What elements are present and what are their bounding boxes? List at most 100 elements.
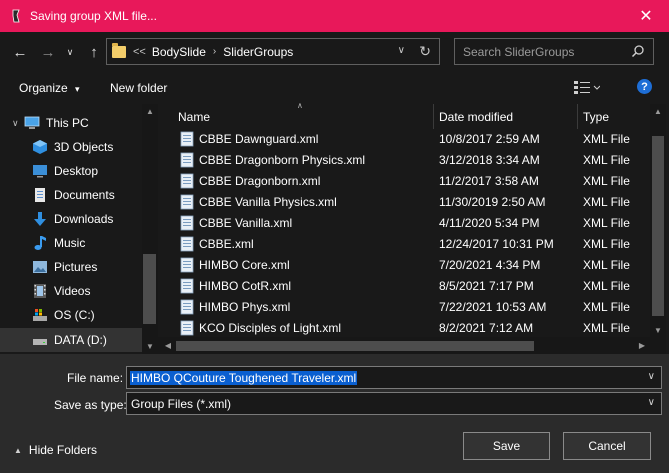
drive-icon (33, 339, 47, 345)
nav-item-desktop[interactable]: Desktop (0, 159, 142, 183)
back-button[interactable]: ← (10, 42, 30, 62)
organize-button[interactable]: Organize ▾ (19, 81, 80, 95)
file-name: CBBE Vanilla.xml (199, 216, 293, 230)
column-separator[interactable] (577, 104, 578, 129)
view-options-icon[interactable] (574, 80, 600, 94)
address-dropdown-icon[interactable]: ∨ (398, 45, 405, 56)
file-row[interactable]: CBBE Dragonborn Physics.xml 3/12/2018 3:3… (172, 150, 650, 171)
forward-button[interactable]: → (38, 42, 58, 62)
save-as-type-select[interactable]: Group Files (*.xml) ∨ (126, 392, 662, 415)
up-button[interactable]: ↑ (84, 42, 104, 62)
xml-file-icon (180, 278, 194, 294)
cancel-button[interactable]: Cancel (563, 432, 651, 460)
file-row[interactable]: CBBE Dawnguard.xml 10/8/2017 2:59 AM XML F… (172, 129, 650, 150)
file-date: 8/2/2021 7:12 AM (439, 321, 534, 335)
xml-file-icon (180, 257, 194, 273)
nav-item-music[interactable]: Music (0, 231, 142, 255)
nav-item-this-pc[interactable]: ∨ This PC (0, 111, 142, 135)
xml-file-icon (180, 299, 194, 315)
column-header-date[interactable]: Date modified (439, 104, 513, 129)
nav-item-videos[interactable]: Videos (0, 279, 142, 303)
file-name: CBBE Vanilla Physics.xml (199, 195, 337, 209)
xml-file-icon (180, 236, 194, 252)
nav-label: OS (C:) (54, 308, 95, 322)
scroll-right-icon[interactable]: ▶ (634, 341, 650, 350)
file-name-label: File name: (67, 371, 124, 385)
scroll-down-icon[interactable]: ▼ (142, 342, 158, 351)
computer-icon (24, 116, 40, 129)
nav-item-downloads[interactable]: Downloads (0, 207, 142, 231)
scroll-up-icon[interactable]: ▲ (142, 107, 158, 116)
window-title: Saving group XML file... (30, 9, 157, 23)
nav-label: 3D Objects (54, 140, 114, 154)
file-type: XML File (583, 237, 630, 251)
desktop-icon (33, 165, 47, 178)
scroll-down-icon[interactable]: ▼ (650, 326, 666, 335)
nav-label: DATA (D:) (54, 333, 107, 347)
nav-item-os-c[interactable]: OS (C:) (0, 303, 142, 327)
xml-file-icon (180, 152, 194, 168)
nav-item-data-d[interactable]: DATA (D:) (0, 328, 142, 352)
file-row[interactable]: CBBE Dragonborn.xml 11/2/2017 3:58 AM XML … (172, 171, 650, 192)
refresh-icon[interactable]: ↻ (419, 43, 431, 60)
file-date: 7/20/2021 4:34 PM (439, 258, 541, 272)
chevron-right-icon[interactable]: › (213, 46, 216, 57)
search-icon (631, 45, 644, 58)
file-row[interactable]: CBBE Vanilla.xml 4/11/2020 5:34 PM XML Fil… (172, 213, 650, 234)
chevron-down-icon: ▾ (75, 84, 80, 94)
title-bar: Saving group XML file... ✕ (0, 0, 669, 32)
file-date: 10/8/2017 2:59 AM (439, 132, 540, 146)
file-row[interactable]: CBBE.xml 12/24/2017 10:31 PM XML File (172, 234, 650, 255)
nav-label: This PC (46, 116, 89, 130)
command-bar (0, 72, 669, 104)
column-header-type[interactable]: Type (583, 104, 609, 129)
file-row[interactable]: HIMBO Phys.xml 7/22/2021 10:53 AM XML File (172, 297, 650, 318)
vertical-scrollbar-thumb[interactable] (652, 136, 664, 316)
column-header-name[interactable]: Name (178, 104, 210, 129)
breadcrumb-bodyslide[interactable]: BodySlide (152, 45, 206, 59)
horizontal-scrollbar-thumb[interactable] (176, 341, 534, 351)
file-type: XML File (583, 279, 630, 293)
drive-os-icon (33, 309, 47, 321)
help-icon[interactable]: ? (637, 79, 652, 94)
chevron-down-icon[interactable]: ∨ (648, 371, 655, 382)
file-name: HIMBO Core.xml (199, 258, 290, 272)
video-icon (34, 284, 46, 298)
chevron-down-icon[interactable]: ∨ (648, 397, 655, 408)
folder-icon (112, 42, 126, 58)
chevron-down-icon: ∨ (66, 46, 74, 57)
nav-label: Documents (54, 188, 115, 202)
file-name-value[interactable]: HIMBO QCouture Toughened Traveler.xml (130, 371, 358, 385)
nav-item-3d-objects[interactable]: 3D Objects (0, 135, 142, 159)
nav-item-pictures[interactable]: Pictures (0, 255, 142, 279)
file-row[interactable]: CBBE Vanilla Physics.xml 11/30/2019 2:50 … (172, 192, 650, 213)
file-type: XML File (583, 132, 630, 146)
nav-label: Pictures (54, 260, 98, 274)
file-name-input[interactable]: HIMBO QCouture Toughened Traveler.xml ∨ (126, 366, 662, 389)
file-row[interactable]: KCO Disciples of Light.xml 8/2/2021 7:12 … (172, 318, 650, 339)
file-row[interactable]: HIMBO Core.xml 7/20/2021 4:34 PM XML File (172, 255, 650, 276)
new-folder-button[interactable]: New folder (110, 81, 167, 95)
column-separator[interactable] (433, 104, 434, 129)
app-icon (12, 9, 20, 23)
chevron-down-icon[interactable]: ∨ (12, 118, 19, 129)
sort-ascending-icon: ∧ (297, 101, 303, 110)
arrow-left-icon: ← (12, 43, 28, 61)
nav-item-documents[interactable]: Documents (0, 183, 142, 207)
close-button[interactable]: ✕ (623, 0, 669, 32)
save-as-type-value: Group Files (*.xml) (131, 397, 232, 411)
xml-file-icon (180, 131, 194, 147)
hide-folders-toggle[interactable]: ▲ Hide Folders (14, 443, 97, 457)
address-overflow[interactable]: << (133, 46, 146, 58)
breadcrumb-slidergroups[interactable]: SliderGroups (223, 45, 293, 59)
scroll-left-icon[interactable]: ◀ (160, 341, 176, 350)
nav-scrollbar-thumb[interactable] (143, 254, 156, 324)
recent-locations-button[interactable]: ∨ (60, 42, 80, 62)
address-bar[interactable]: << BodySlide › SliderGroups ∨ ↻ (106, 38, 440, 65)
file-row[interactable]: HIMBO CotR.xml 8/5/2021 7:17 PM XML File (172, 276, 650, 297)
save-button[interactable]: Save (463, 432, 550, 460)
file-name: HIMBO Phys.xml (199, 300, 291, 314)
search-input[interactable]: Search SliderGroups (454, 38, 654, 65)
scroll-up-icon[interactable]: ▲ (650, 107, 666, 116)
download-icon (34, 212, 46, 226)
